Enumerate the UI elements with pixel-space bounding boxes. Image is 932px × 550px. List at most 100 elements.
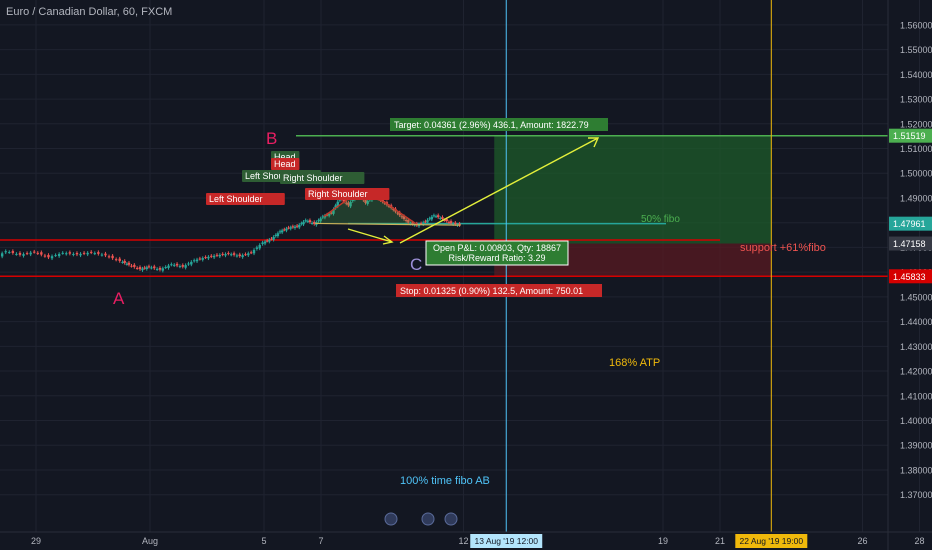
- price-badge-label: 1.47158: [893, 239, 926, 249]
- candle-body: [195, 259, 199, 262]
- y-tick-label: 1.54000: [900, 70, 932, 80]
- candle-body: [173, 264, 176, 266]
- candle-body: [47, 254, 50, 258]
- candle-body: [302, 221, 305, 225]
- candle-body: [33, 251, 36, 253]
- candle-body: [310, 223, 314, 225]
- y-tick-label: 1.42000: [900, 367, 932, 377]
- candle-body: [86, 252, 89, 255]
- y-tick-label: 1.37000: [900, 490, 932, 500]
- y-tick-label: 1.56000: [900, 20, 932, 30]
- candle-body: [114, 259, 118, 261]
- point-b-label: B: [266, 129, 277, 148]
- candle-body: [201, 258, 204, 260]
- event-icon: [421, 512, 435, 526]
- candle-body: [244, 254, 247, 256]
- candle-body: [255, 247, 259, 249]
- candle-body: [29, 252, 32, 255]
- candle-body: [308, 220, 312, 223]
- candle-body: [304, 220, 307, 222]
- candle-body: [0, 253, 4, 257]
- candle-body: [8, 252, 11, 254]
- candle-body: [278, 231, 282, 233]
- candle-body: [65, 253, 68, 255]
- candle-body: [261, 242, 264, 244]
- candle-body: [238, 254, 241, 257]
- candle-body: [293, 226, 297, 229]
- left-shoulder-label: Left Shoulder: [209, 194, 263, 204]
- y-tick-label: 1.53000: [900, 95, 932, 105]
- candle-body: [207, 256, 210, 259]
- price-badge-label: 1.45833: [893, 272, 926, 282]
- candle-body: [287, 227, 290, 229]
- date-highlight-label: 22 Aug '19 19:00: [740, 536, 804, 546]
- candle-body: [36, 252, 39, 254]
- candle-body: [50, 256, 54, 259]
- candle-body: [291, 226, 295, 228]
- candle-body: [167, 265, 170, 268]
- event-icon: [384, 512, 398, 526]
- candle-body: [150, 267, 153, 269]
- candle-body: [270, 238, 273, 240]
- candle-body: [285, 228, 288, 231]
- candle-body: [121, 261, 124, 263]
- candle-body: [439, 218, 442, 220]
- x-tick-label: 21: [715, 536, 725, 546]
- candle-body: [276, 233, 280, 237]
- y-tick-label: 1.43000: [900, 342, 932, 352]
- candle-body: [54, 255, 57, 257]
- x-tick-label: 7: [318, 536, 323, 546]
- chart-canvas[interactable]: Left ShoulderLeft ShoulderHeadHeadRight …: [0, 0, 932, 550]
- event-icon: [444, 512, 458, 526]
- candle-body: [227, 253, 230, 255]
- candle-body: [25, 253, 29, 255]
- y-tick-label: 1.39000: [900, 441, 932, 451]
- candle-body: [130, 265, 133, 267]
- candle-body: [449, 221, 453, 224]
- candle-body: [57, 253, 61, 257]
- target-label: Target: 0.04361 (2.96%) 436.1, Amount: 1…: [394, 120, 589, 130]
- candle-body: [181, 265, 184, 267]
- candle-body: [298, 224, 301, 228]
- candle-body: [187, 263, 190, 265]
- candle-body: [153, 266, 156, 269]
- candle-body: [184, 265, 187, 268]
- pnl-line-2: Risk/Reward Ratio: 3.29: [448, 253, 545, 263]
- candle-body: [118, 258, 121, 262]
- candle-body: [135, 267, 139, 269]
- candle-body: [424, 221, 427, 223]
- candle-body: [247, 253, 250, 256]
- candle-body: [72, 253, 75, 255]
- candle-body: [266, 240, 269, 242]
- candle-body: [178, 266, 182, 268]
- candle-body: [249, 252, 253, 254]
- x-tick-label: Aug: [142, 536, 158, 546]
- candle-body: [212, 255, 216, 258]
- candle-body: [158, 267, 162, 270]
- candle-body: [447, 222, 451, 224]
- y-tick-label: 1.38000: [900, 465, 932, 475]
- y-tick-label: 1.50000: [900, 169, 932, 179]
- candle-body: [79, 253, 82, 256]
- candle-body: [143, 267, 146, 269]
- y-tick-label: 1.45000: [900, 292, 932, 302]
- atp-label: 168% ATP: [609, 357, 660, 369]
- candle-body: [61, 252, 64, 254]
- candle-body: [192, 260, 196, 262]
- chart-title: Euro / Canadian Dollar, 60, FXCM: [6, 6, 173, 18]
- candle-body: [155, 268, 159, 270]
- candle-body: [280, 230, 284, 233]
- y-tick-label: 1.55000: [900, 45, 932, 55]
- candle-body: [441, 217, 444, 219]
- candle-body: [230, 254, 233, 256]
- candle-body: [22, 254, 25, 256]
- candle-body: [313, 222, 316, 224]
- candle-body: [18, 252, 22, 255]
- candle-body: [75, 252, 79, 255]
- candle-body: [125, 263, 129, 265]
- time-fibo-label: 100% time fibo AB: [400, 475, 490, 487]
- candle-body: [133, 264, 136, 267]
- candle-body: [437, 215, 440, 218]
- candle-body: [422, 222, 425, 225]
- candle-body: [430, 216, 433, 220]
